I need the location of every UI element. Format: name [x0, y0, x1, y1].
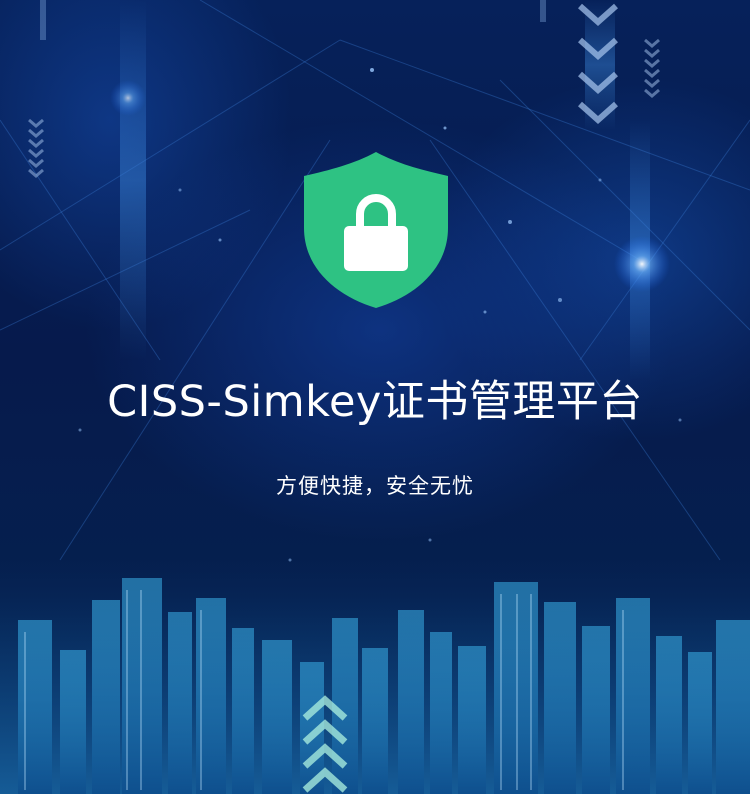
page-subtitle: 方便快捷，安全无忧 — [276, 474, 474, 498]
splash-screen: CISS-Simkey证书管理平台 方便快捷，安全无忧 — [0, 0, 750, 794]
shield-lock-icon — [304, 152, 448, 308]
page-title: CISS-Simkey证书管理平台 — [107, 377, 643, 427]
